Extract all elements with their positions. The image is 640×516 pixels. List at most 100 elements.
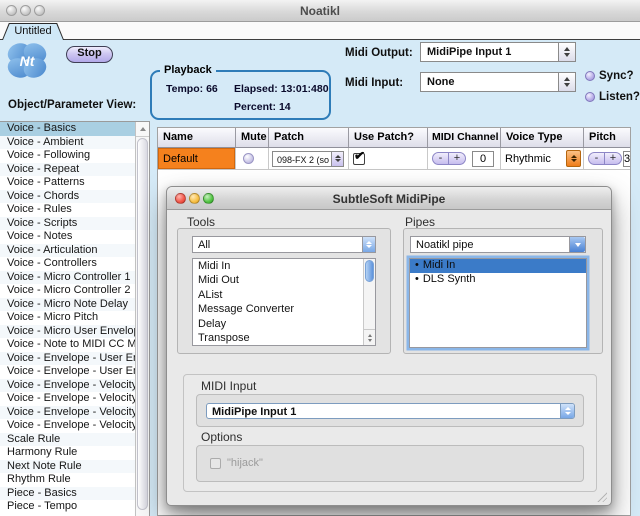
pitch-value[interactable]: 33 <box>623 150 630 167</box>
pitch-increment-button[interactable]: + <box>605 152 622 165</box>
sidebar-list-item[interactable]: Voice - Ambient <box>0 135 135 149</box>
pipes-list-item[interactable]: • Midi In <box>410 259 586 273</box>
tools-groupbox: All Midi In Midi Out AList Message Converte… <box>177 228 391 354</box>
sidebar-list-item[interactable]: Voice - Micro Pitch <box>0 311 135 325</box>
midi-channel-decrement-button[interactable]: - <box>432 152 449 165</box>
column-header[interactable]: Name <box>158 128 236 147</box>
midi-output-select[interactable]: MidiPipe Input 1 <box>420 42 576 62</box>
sidebar-list-item[interactable]: Voice - Following <box>0 149 135 163</box>
column-header[interactable]: Use Patch? <box>349 128 428 147</box>
voice-type-value: Rhythmic <box>505 152 551 165</box>
stepper-arrows-icon[interactable] <box>558 43 575 61</box>
listen-toggle[interactable] <box>585 92 595 102</box>
sidebar-list-item[interactable]: Voice - Articulation <box>0 243 135 257</box>
stepper-arrows-icon[interactable] <box>560 404 574 418</box>
sync-toggle[interactable] <box>585 71 595 81</box>
tools-filter-select[interactable]: All <box>192 236 376 253</box>
playback-group: Playback Tempo: 66 Elapsed: 13:01:480 Pe… <box>150 64 331 120</box>
stepper-arrows-icon[interactable] <box>362 237 375 252</box>
sidebar-list-item[interactable]: Voice - Patterns <box>0 176 135 190</box>
midi-output-label: Midi Output: <box>345 47 413 59</box>
mute-radio[interactable] <box>243 153 254 164</box>
sidebar-list-item[interactable]: Voice - Envelope - User Envelo.. <box>0 351 135 365</box>
pipes-list: • Midi In • DLS Synth <box>409 258 587 348</box>
sidebar-list-item[interactable]: Next Note Rule <box>0 459 135 473</box>
midipipe-input-value: MidiPipe Input 1 <box>212 405 297 418</box>
tools-scrollbar[interactable] <box>363 259 375 345</box>
tools-filter-value: All <box>198 239 211 251</box>
stepper-arrows-icon[interactable] <box>558 73 575 91</box>
midi-input-box: MidiPipe Input 1 <box>196 394 584 427</box>
playback-legend: Playback <box>160 64 216 76</box>
hijack-checkbox[interactable] <box>210 458 221 469</box>
midipipe-input-select[interactable]: MidiPipe Input 1 <box>206 403 575 419</box>
sidebar-list-item[interactable]: Voice - Envelope - Velocity Ra... <box>0 392 135 406</box>
sidebar-list-item[interactable]: Voice - Envelope - User Envelo.. <box>0 365 135 379</box>
scroll-up-arrow-icon[interactable] <box>136 122 149 137</box>
logo-text: Nt <box>20 53 36 69</box>
sidebar-list-item[interactable]: Voice - Notes <box>0 230 135 244</box>
midi-channel-increment-button[interactable]: + <box>449 152 466 165</box>
tools-list-item[interactable]: AList <box>193 288 375 302</box>
sidebar-list-item[interactable]: Voice - Envelope - Velocity <box>0 378 135 392</box>
sidebar-list-item[interactable]: Voice - Micro Note Delay <box>0 297 135 311</box>
noatikl-logo-icon: Nt <box>7 43 47 78</box>
midi-input-select[interactable]: None <box>420 72 576 92</box>
pipes-select[interactable]: Noatikl pipe <box>410 236 586 253</box>
sidebar-list-item[interactable]: Scale Rule <box>0 432 135 446</box>
column-header[interactable]: Patch <box>269 128 349 147</box>
object-parameter-list: Voice - Basics Voice - Ambient Voice - Fol… <box>0 121 150 516</box>
column-header[interactable]: MIDI Channel <box>428 128 501 147</box>
voice-name-cell[interactable]: Default <box>158 148 236 169</box>
midi-channel-value[interactable]: 0 <box>472 150 494 167</box>
sidebar-list-item[interactable]: Voice - Micro Controller 1 <box>0 270 135 284</box>
sidebar-list-item[interactable]: Voice - Micro User Envelope 1 <box>0 324 135 338</box>
sidebar-list-item[interactable]: Voice - Basics <box>0 122 135 136</box>
tools-list-item[interactable]: Message Converter <box>193 302 375 316</box>
tab-untitled[interactable]: Untitled <box>2 23 64 40</box>
column-header[interactable]: Pitch <box>584 128 630 147</box>
tempo-readout: Tempo: 66 <box>166 83 218 95</box>
voice-type-stepper[interactable] <box>566 150 581 167</box>
sidebar-list-item[interactable]: Voice - Controllers <box>0 257 135 271</box>
sidebar-list-item[interactable]: Rhythm Rule <box>0 473 135 487</box>
sidebar-list-item[interactable]: Voice - Rules <box>0 203 135 217</box>
sidebar-list-item[interactable]: Voice - Micro Controller 2 <box>0 284 135 298</box>
sidebar-list-item[interactable]: Voice - Note to MIDI CC Mapping <box>0 338 135 352</box>
hijack-label: "hijack" <box>227 457 263 469</box>
sidebar-list-item[interactable]: Harmony Rule <box>0 446 135 460</box>
scrollbar-thumb[interactable] <box>137 138 148 510</box>
window-titlebar: Noatikl <box>0 0 640 22</box>
tools-list: Midi In Midi Out AList Message Converter Del… <box>192 258 376 346</box>
midi-input-label: Midi Input: <box>345 77 404 89</box>
sidebar-list-item[interactable]: Piece - Tempo <box>0 500 135 514</box>
sidebar-list-item[interactable]: Voice - Envelope - Velocity Ch... <box>0 405 135 419</box>
tools-list-item[interactable]: Transpose <box>193 331 375 345</box>
dropdown-arrow-icon[interactable] <box>569 237 585 252</box>
column-header[interactable]: Mute <box>236 128 269 147</box>
scrollbar-thumb[interactable] <box>365 260 374 282</box>
stop-button[interactable]: Stop <box>66 46 113 63</box>
tools-list-item[interactable]: Delay <box>193 317 375 331</box>
sidebar-list-item[interactable]: Voice - Chords <box>0 189 135 203</box>
pipe-label: DLS Synth <box>422 272 476 285</box>
use-patch-checkbox[interactable]: ✔ <box>353 148 366 165</box>
column-header[interactable]: Voice Type <box>501 128 584 147</box>
use-patch-cell: ✔ <box>349 148 428 169</box>
resize-grip[interactable] <box>595 490 607 502</box>
sidebar-list-item[interactable]: Voice - Envelope - Velocity Ch... <box>0 419 135 433</box>
tools-list-item[interactable]: Midi Out <box>193 273 375 287</box>
patch-combo[interactable]: 098-FX 2 (so... <box>272 150 344 167</box>
window-title: Noatikl <box>299 4 340 18</box>
sidebar-list-item[interactable]: Voice - Repeat <box>0 162 135 176</box>
midi-input-panel: MIDI Input MidiPipe Input 1 Options "hij… <box>183 374 597 492</box>
sidebar-scrollbar[interactable] <box>135 122 149 516</box>
tools-heading: Tools <box>187 215 216 229</box>
pipes-list-item[interactable]: • DLS Synth <box>410 273 586 287</box>
scroll-arrows-icon[interactable] <box>364 329 375 345</box>
pitch-decrement-button[interactable]: - <box>588 152 605 165</box>
stepper-arrows-icon[interactable] <box>331 151 343 166</box>
sidebar-list-item[interactable]: Piece - Basics <box>0 486 135 500</box>
sidebar-list-item[interactable]: Voice - Scripts <box>0 216 135 230</box>
tools-list-item[interactable]: Midi In <box>193 259 375 273</box>
